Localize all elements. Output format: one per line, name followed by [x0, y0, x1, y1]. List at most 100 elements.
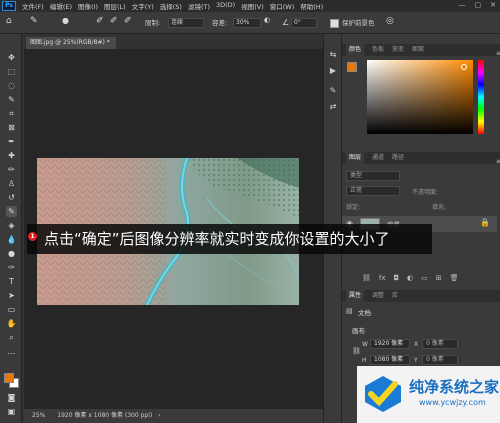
mode-add-icon[interactable]: ✐ [110, 16, 118, 26]
tab-paths[interactable]: 路径 [392, 152, 404, 164]
background-eraser-tool-icon[interactable]: ✎ [6, 206, 17, 217]
tab-swatches[interactable]: 色板 [372, 44, 384, 56]
x-input[interactable]: 0 像素 [422, 339, 458, 349]
foreground-color-swatch[interactable] [4, 373, 14, 383]
layer-kind-filter[interactable]: 类型 [346, 171, 400, 181]
angle-icon: ∠ [282, 18, 290, 27]
document-tab[interactable]: 图图.jpg @ 25%(RGB/8#) * [26, 37, 116, 49]
document-tab-title: 图图.jpg @ 25%(RGB/8#) * [30, 39, 110, 46]
delete-layer-icon[interactable]: 🗑 [450, 274, 459, 282]
adjust-panel-icon[interactable]: ⇄ [328, 102, 338, 112]
panel-foreground-swatch[interactable] [347, 62, 357, 72]
crop-tool-icon[interactable]: ⌗ [6, 108, 17, 119]
marquee-tool-icon[interactable]: ⬚ [6, 66, 17, 77]
color-field[interactable] [367, 60, 473, 134]
menu-image[interactable]: 图像(I) [78, 1, 98, 11]
zoom-tool-icon[interactable]: ⌕ [6, 332, 17, 343]
type-tool-icon[interactable]: T [6, 276, 17, 287]
document-icon: ▤ [346, 307, 353, 315]
menu-select[interactable]: 选择(S) [160, 1, 182, 11]
menu-view[interactable]: 视图(V) [241, 1, 264, 11]
hue-slider[interactable] [478, 60, 484, 134]
kind-filter-label: 类型 [350, 172, 363, 179]
group-icon[interactable]: ▭ [421, 274, 428, 282]
height-input[interactable]: 1080 像素 [370, 355, 410, 365]
menu-filter[interactable]: 滤镜(T) [188, 1, 210, 11]
mode-new-icon[interactable]: ✐ [96, 16, 104, 26]
link-layers-icon[interactable]: ⛓ [362, 274, 371, 282]
panel-menu-icon[interactable]: ≡ [496, 50, 500, 57]
frame-tool-icon[interactable]: ⊠ [6, 122, 17, 133]
quick-mask-icon[interactable]: ◙ [6, 392, 17, 403]
tab-patterns[interactable]: 图案 [412, 44, 424, 56]
layers-menu-icon[interactable]: ≡ [496, 158, 500, 165]
mode-subtract-icon[interactable]: ✐ [124, 16, 132, 26]
quick-select-tool-icon[interactable]: ✎ [6, 94, 17, 105]
zoom-level[interactable]: 25% [32, 412, 45, 419]
pressure-size-icon[interactable]: ◎ [386, 16, 394, 26]
menu-file[interactable]: 文件(F) [22, 1, 44, 11]
tab-properties[interactable]: 属性 [346, 290, 365, 302]
lasso-tool-icon[interactable]: ◌ [6, 80, 17, 91]
screen-mode-icon[interactable]: ▣ [6, 406, 17, 417]
angle-input[interactable]: 0° [291, 18, 317, 28]
stamp-tool-icon[interactable]: ♙ [6, 178, 17, 189]
tolerance-input[interactable]: 30% [233, 18, 261, 28]
protect-checkbox[interactable] [330, 19, 339, 28]
actions-panel-icon[interactable]: ▶ [328, 66, 338, 76]
maximize-icon[interactable]: ▢ [475, 1, 482, 9]
history-panel-icon[interactable]: ⇆ [328, 50, 338, 60]
menu-layer[interactable]: 图层(L) [104, 1, 126, 11]
mask-icon[interactable]: ◘ [394, 274, 400, 282]
brush-size-icon[interactable]: ● [62, 16, 69, 25]
new-layer-icon[interactable]: ⊞ [436, 274, 442, 282]
close-icon[interactable]: ✕ [490, 1, 496, 9]
blend-mode-select[interactable]: 正常 [346, 186, 400, 196]
menu-3d[interactable]: 3D(D) [216, 1, 235, 11]
status-arrow-icon[interactable]: › [158, 412, 160, 419]
eyedropper-tool-icon[interactable]: ✒ [6, 136, 17, 147]
blend-mode-value: 正常 [350, 187, 363, 194]
menu-type[interactable]: 文字(Y) [132, 1, 154, 11]
fx-icon[interactable]: fx [379, 274, 386, 282]
home-icon[interactable]: ⌂ [6, 16, 12, 26]
tab-color[interactable]: 颜色 [346, 44, 365, 56]
protect-foreground-label: 保护前景色 [342, 19, 375, 27]
pressure-icon[interactable]: ◐ [264, 16, 270, 24]
move-tool-icon[interactable]: ✥ [6, 52, 17, 63]
status-bar: 25% 1920 像素 x 1080 像素 (300 ppi) › [24, 409, 335, 423]
tab-adjustments[interactable]: 调整 [372, 290, 384, 302]
paint-bucket-tool-icon[interactable]: ◈ [6, 220, 17, 231]
adjustment-icon[interactable]: ◐ [407, 274, 413, 282]
history-brush-icon[interactable]: ↺ [6, 192, 17, 203]
y-input[interactable]: 0 像素 [422, 355, 458, 365]
limit-select[interactable]: 连续 [168, 18, 204, 28]
tab-layers[interactable]: 图层 [346, 152, 365, 164]
menu-edit[interactable]: 编辑(E) [50, 1, 72, 11]
pen-tool-icon[interactable]: ✑ [6, 262, 17, 273]
hand-tool-icon[interactable]: ✋ [6, 318, 17, 329]
brush-tool-icon[interactable]: ✏ [6, 164, 17, 175]
x-label: X [414, 341, 419, 348]
link-dimensions-icon[interactable]: ⛓ [352, 347, 361, 355]
width-input[interactable]: 1920 像素 [370, 339, 410, 349]
watermark: 纯净系统之家 www.ycwjzy.com [357, 366, 500, 423]
menu-help[interactable]: 帮助(H) [300, 1, 323, 11]
document-label: 文档 [358, 309, 371, 317]
brush-panel-icon[interactable]: ✎ [328, 86, 338, 96]
minimize-icon[interactable]: — [459, 1, 466, 9]
layer-actions-bar: ⛓ fx ◘ ◐ ▭ ⊞ 🗑 [362, 274, 459, 282]
more-tools-icon[interactable]: … [6, 346, 17, 357]
menu-window[interactable]: 窗口(W) [270, 1, 295, 11]
tab-gradients[interactable]: 渐变 [392, 44, 404, 56]
tab-libraries[interactable]: 库 [392, 290, 398, 302]
tab-channels[interactable]: 通道 [372, 152, 384, 164]
shape-tool-icon[interactable]: ▭ [6, 304, 17, 315]
color-picker-cursor[interactable] [461, 64, 467, 70]
width-label: W [362, 341, 368, 348]
blur-tool-icon[interactable]: 💧 [6, 234, 17, 245]
tool-preset-icon[interactable]: ✎ [30, 16, 38, 26]
healing-tool-icon[interactable]: ✚ [6, 150, 17, 161]
path-select-tool-icon[interactable]: ➤ [6, 290, 17, 301]
dodge-tool-icon[interactable]: ● [6, 248, 17, 259]
